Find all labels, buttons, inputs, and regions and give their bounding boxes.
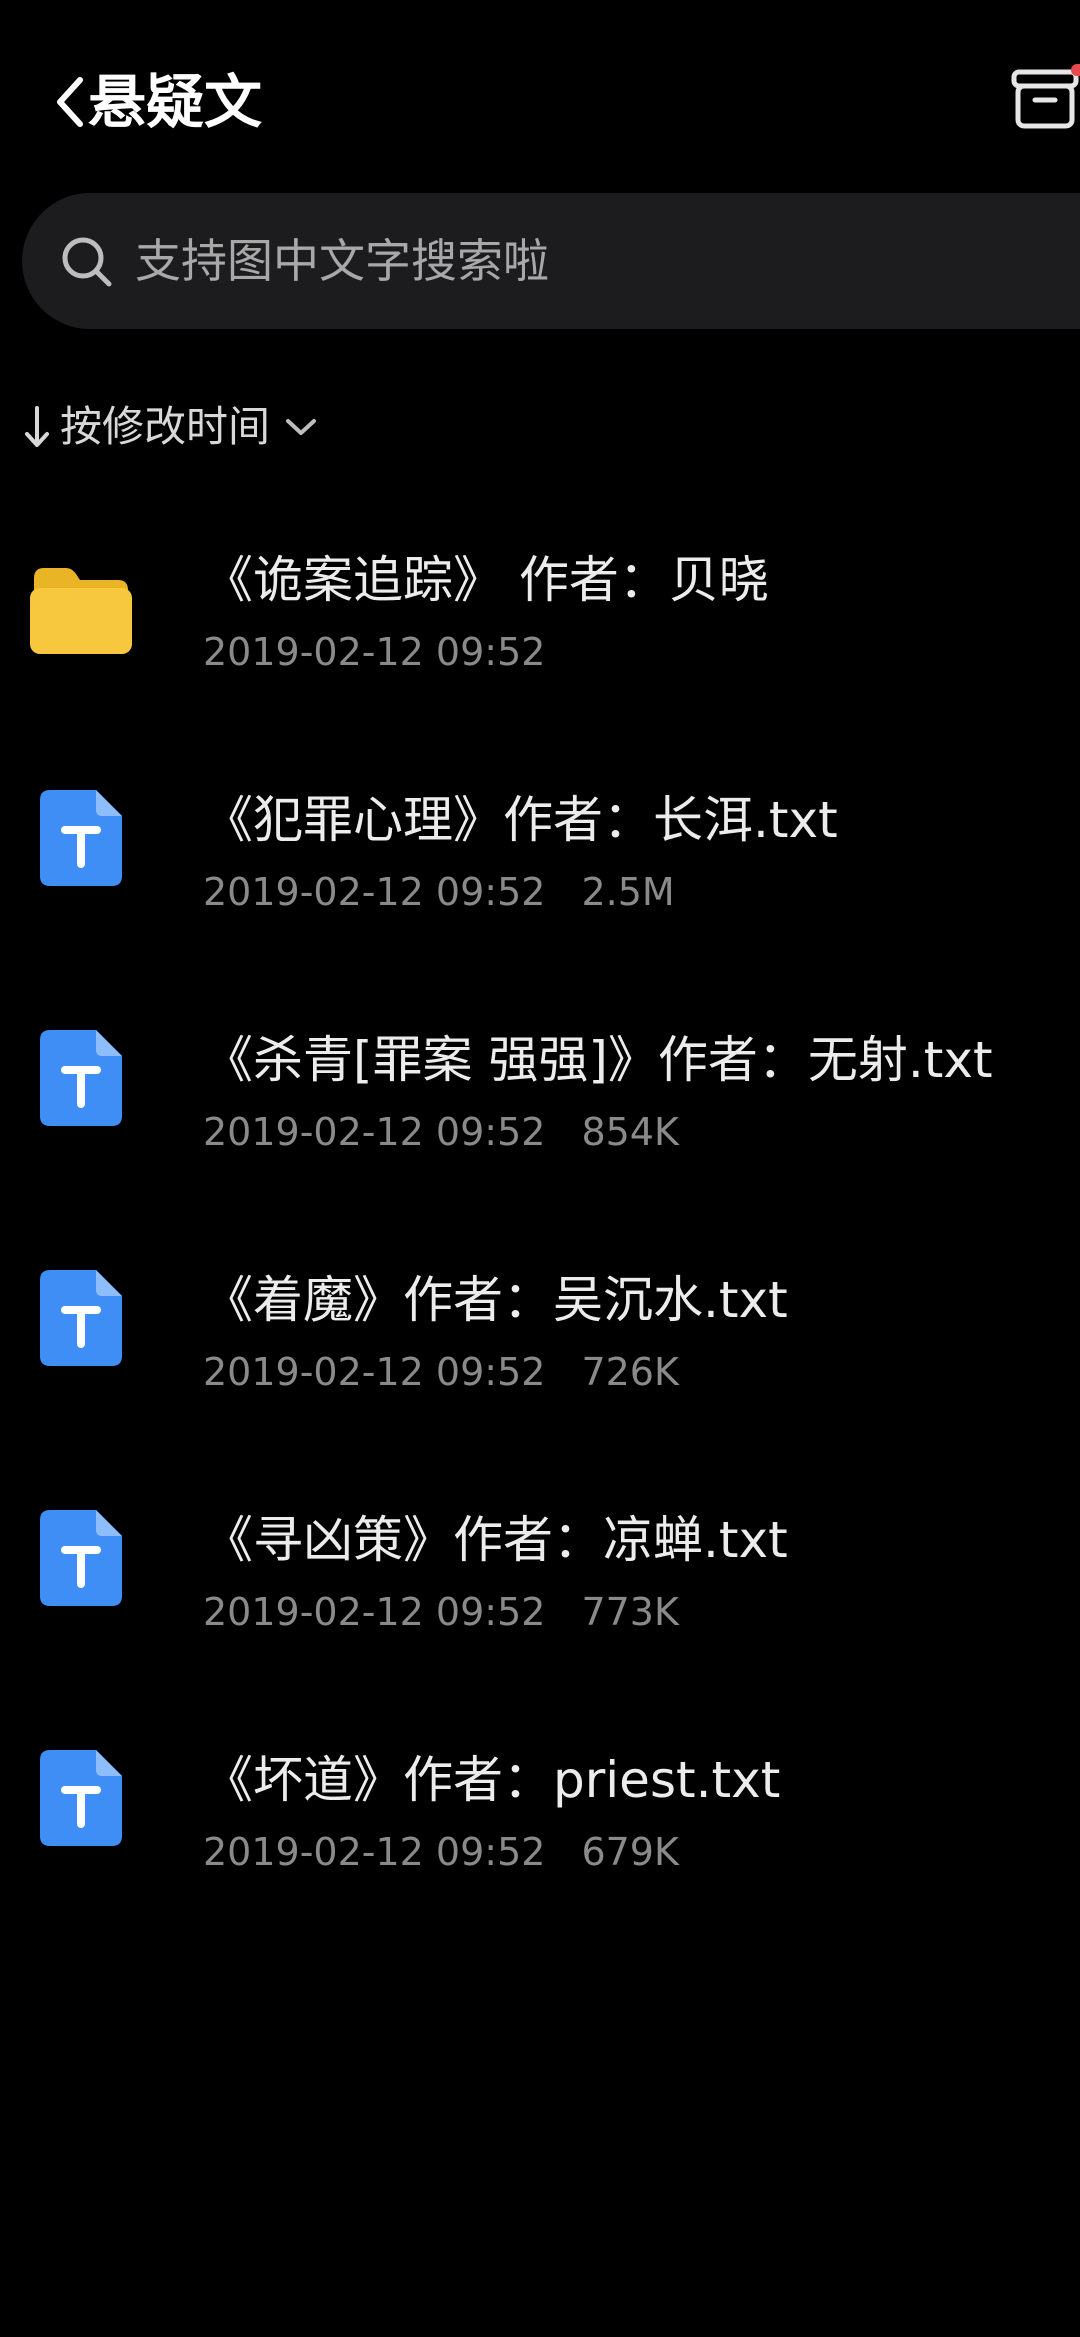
file-date: 2019-02-12 09:52 (203, 1590, 546, 1634)
text-file-icon (40, 1510, 122, 1606)
file-row-txt[interactable]: 《杀青[罪案 强强]》作者：无射.txt 2019-02-12 09:52 854… (0, 980, 1080, 1210)
sort-label: 按修改时间 (60, 402, 271, 451)
file-date: 2019-02-12 09:52 (203, 1350, 546, 1394)
arrow-down-icon (25, 406, 49, 447)
text-file-icon (40, 1750, 122, 1846)
chevron-down-icon (286, 419, 317, 435)
archive-box-icon (1011, 69, 1079, 129)
chevron-left-icon (57, 77, 83, 127)
file-meta: 2019-02-12 09:52 (203, 624, 545, 680)
file-name: 《诡案追踪》 作者：贝晓 (203, 551, 769, 609)
folder-icon (30, 568, 132, 654)
text-file-icon (40, 1270, 122, 1366)
file-meta: 2019-02-12 09:52 679K (203, 1824, 679, 1880)
file-name: 《犯罪心理》作者：长洱.txt (203, 791, 838, 849)
file-meta: 2019-02-12 09:52 854K (203, 1104, 679, 1160)
file-row-folder[interactable]: 《诡案追踪》 作者：贝晓 2019-02-12 09:52 (0, 500, 1080, 730)
file-name: 《寻凶策》作者：凉蝉.txt (203, 1511, 788, 1569)
file-name: 《杀青[罪案 强强]》作者：无射.txt (203, 1031, 993, 1089)
text-file-icon (40, 1030, 122, 1126)
header-bar: 悬疑文 (0, 0, 1080, 200)
search-input[interactable]: 支持图中文字搜索啦 (135, 229, 549, 293)
notification-badge (1071, 64, 1080, 76)
archive-button[interactable] (1008, 64, 1080, 136)
file-date: 2019-02-12 09:52 (203, 1110, 546, 1154)
file-meta: 2019-02-12 09:52 726K (203, 1344, 679, 1400)
file-date: 2019-02-12 09:52 (203, 1830, 546, 1874)
file-size: 679K (581, 1830, 679, 1874)
file-date: 2019-02-12 09:52 (203, 870, 546, 914)
file-size: 854K (581, 1110, 679, 1154)
file-row-txt[interactable]: 《着魔》作者：吴沉水.txt 2019-02-12 09:52 726K (0, 1220, 1080, 1450)
search-bar[interactable]: 支持图中文字搜索啦 (22, 193, 1080, 329)
file-meta: 2019-02-12 09:52 2.5M (203, 864, 675, 920)
file-name: 《坏道》作者：priest.txt (203, 1751, 781, 1809)
text-file-icon (40, 790, 122, 886)
file-name: 《着魔》作者：吴沉水.txt (203, 1271, 788, 1329)
back-button[interactable] (50, 66, 90, 136)
file-row-txt[interactable]: 《坏道》作者：priest.txt 2019-02-12 09:52 679K (0, 1700, 1080, 1930)
file-size: 726K (581, 1350, 679, 1394)
file-size: 773K (581, 1590, 679, 1634)
file-row-txt[interactable]: 《寻凶策》作者：凉蝉.txt 2019-02-12 09:52 773K (0, 1460, 1080, 1690)
file-size: 2.5M (581, 870, 675, 914)
file-date: 2019-02-12 09:52 (203, 630, 546, 674)
file-row-txt[interactable]: 《犯罪心理》作者：长洱.txt 2019-02-12 09:52 2.5M (0, 740, 1080, 970)
sort-dropdown[interactable]: 按修改时间 (22, 392, 318, 462)
file-meta: 2019-02-12 09:52 773K (203, 1584, 679, 1640)
search-icon (62, 237, 112, 287)
page-title: 悬疑文 (88, 68, 263, 136)
